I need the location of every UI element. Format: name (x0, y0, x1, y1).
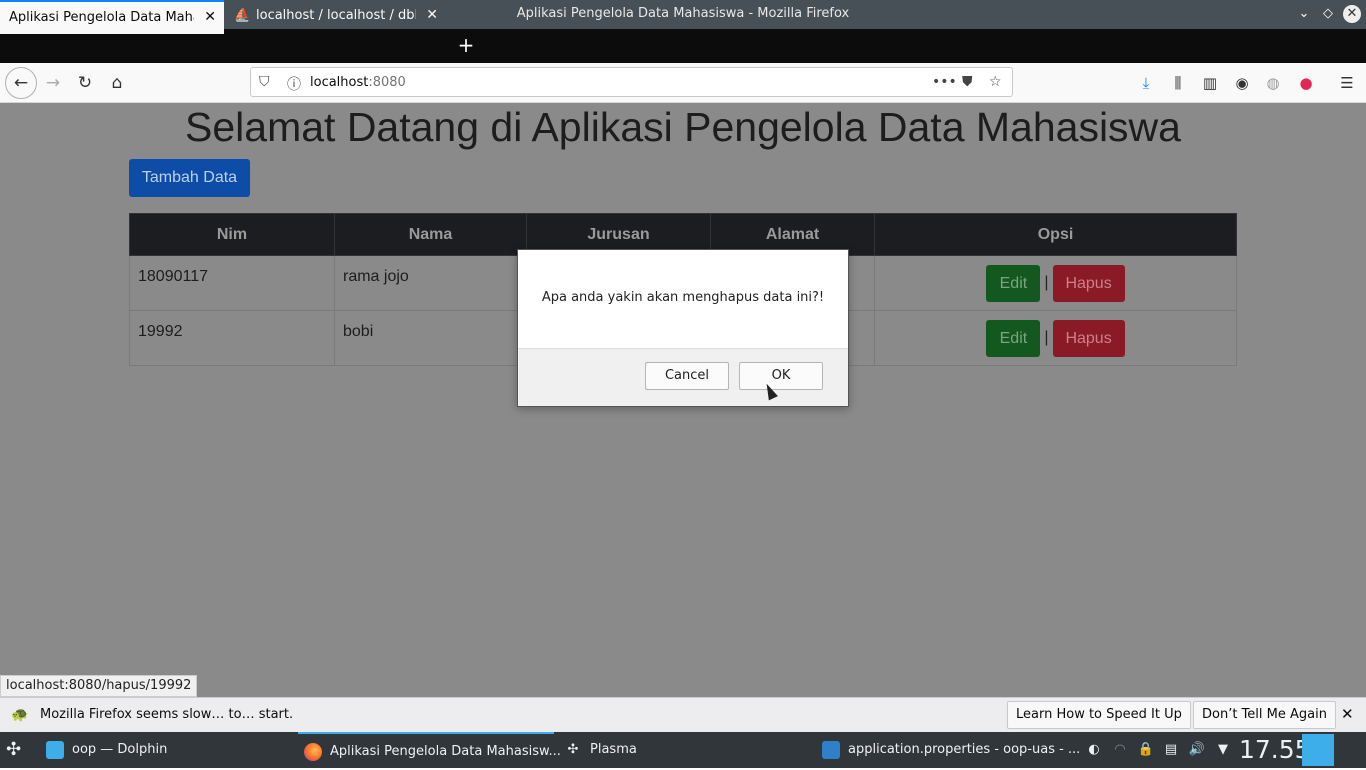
clock[interactable]: 17.55 (1239, 734, 1311, 766)
alert-icon[interactable]: ● (1295, 72, 1317, 94)
notification-bar: 🐢 Mozilla Firefox seems slow… to… start.… (0, 697, 1366, 732)
status-link: localhost:8080/hapus/19992 (0, 675, 198, 697)
clipboard-icon[interactable]: ▤ (1162, 741, 1180, 759)
new-tab-button[interactable]: + (454, 29, 478, 63)
firefox-icon (304, 742, 322, 761)
cell-nama: rama jojo (334, 255, 527, 311)
task-dolphin[interactable]: oop — Dolphin (38, 732, 293, 768)
url-text: localhost:8080 (310, 75, 406, 90)
account-icon[interactable]: ◉ (1231, 72, 1253, 94)
reload-button[interactable]: ↻ (72, 71, 98, 97)
task-label: oop — Dolphin (72, 742, 168, 757)
url-bar[interactable]: ⛉ ⓘ localhost:8080 ••• ⛊ ☆ (250, 67, 1013, 97)
ok-button[interactable]: OK (739, 362, 823, 390)
app-launcher-icon[interactable]: ✣ (6, 732, 32, 768)
task-firefox[interactable]: Aplikasi Pengelola Data Mahasisw... (298, 732, 561, 768)
close-window-icon[interactable]: ✕ (1343, 5, 1361, 23)
wifi-icon[interactable]: ◠ (1111, 741, 1129, 759)
dialog-footer: Cancel OK (518, 348, 848, 406)
volume-icon[interactable]: 🔊 (1188, 741, 1206, 759)
learn-more-button[interactable]: Learn How to Speed It Up (1007, 701, 1191, 729)
separator: | (1044, 274, 1049, 291)
task-label: application.properties - oop-uas - ... (848, 742, 1081, 757)
close-tab-icon[interactable]: ✕ (426, 7, 438, 23)
task-label: Aplikasi Pengelola Data Mahasisw... (330, 744, 561, 759)
navigation-toolbar: ← → ↻ ⌂ ⛉ ⓘ localhost:8080 ••• ⛊ ☆ ⤓ ⫼ ▥… (0, 63, 1366, 103)
sidebar-icon[interactable]: ▥ (1199, 72, 1221, 94)
column-header-opsi: Opsi (874, 213, 1237, 256)
url-port: :8080 (368, 75, 406, 90)
tab-aplikasi[interactable]: Aplikasi Pengelola Data Maha ✕ (0, 0, 224, 34)
cell-nim: 18090117 (129, 255, 335, 311)
column-header-nama: Nama (334, 213, 527, 256)
task-label: Plasma (590, 742, 637, 757)
close-notification-icon[interactable]: ✕ (1333, 701, 1362, 729)
info-icon[interactable]: ⓘ (287, 74, 301, 94)
minimize-icon[interactable]: ⌄ (1295, 5, 1313, 23)
home-button[interactable]: ⌂ (104, 71, 130, 97)
vscode-icon (822, 740, 840, 759)
downloads-icon[interactable]: ⤓ (1135, 72, 1157, 94)
plasma-icon: ✣ (567, 741, 579, 757)
task-plasma[interactable]: ✣ Plasma (558, 732, 808, 768)
edit-button[interactable]: Edit (986, 319, 1041, 357)
tray-expand-icon[interactable]: ▼ (1214, 741, 1232, 759)
maximize-icon[interactable]: ◇ (1319, 5, 1337, 23)
dont-tell-again-button[interactable]: Don’t Tell Me Again (1193, 701, 1336, 729)
edit-button[interactable]: Edit (986, 264, 1041, 302)
lock-icon[interactable]: 🔒 (1137, 741, 1155, 759)
bookmark-star-icon[interactable]: ☆ (989, 74, 1002, 90)
pma-icon: ⛵ (234, 8, 251, 23)
delete-button[interactable]: Hapus (1052, 319, 1125, 357)
shield-icon[interactable]: ⛉ (259, 74, 270, 90)
folder-icon (46, 740, 64, 759)
notification-text: Mozilla Firefox seems slow… to… start. (40, 707, 294, 722)
globe-icon[interactable]: ◍ (1262, 72, 1284, 94)
cell-opsi: Edit | Hapus (874, 255, 1237, 311)
network-activity-icon[interactable]: ◐ (1085, 741, 1103, 759)
delete-button[interactable]: Hapus (1052, 264, 1125, 302)
pocket-icon[interactable]: ⛊ (962, 74, 973, 90)
tab-bar (0, 29, 1366, 63)
taskbar: ✣ oop — Dolphin Aplikasi Pengelola Data … (0, 732, 1366, 768)
show-desktop-icon[interactable] (1302, 734, 1334, 766)
cell-nama: bobi (334, 310, 527, 366)
cell-nim: 19992 (129, 310, 335, 366)
url-host: localhost (310, 75, 369, 90)
tab-phpmyadmin[interactable]: ⛵ localhost / localhost / dbM ✕ (224, 0, 446, 34)
library-icon[interactable]: ⫼ (1167, 72, 1189, 94)
confirm-dialog: Apa anda yakin akan menghapus data ini?!… (517, 249, 849, 407)
turtle-icon: 🐢 (11, 707, 29, 723)
add-data-button[interactable]: Tambah Data (129, 159, 250, 197)
forward-button[interactable]: → (40, 71, 66, 97)
back-button[interactable]: ← (5, 67, 37, 99)
column-header-nim: Nim (129, 213, 335, 256)
close-tab-icon[interactable]: ✕ (204, 9, 216, 25)
page-title: Selamat Datang di Aplikasi Pengelola Dat… (185, 104, 1181, 150)
dialog-message: Apa anda yakin akan menghapus data ini?! (541, 290, 825, 305)
tab-label: Aplikasi Pengelola Data Maha (9, 10, 194, 25)
tab-label: localhost / localhost / dbM (256, 8, 416, 23)
cell-opsi: Edit | Hapus (874, 310, 1237, 366)
menu-icon[interactable]: ☰ (1336, 72, 1358, 94)
task-vscode[interactable]: application.properties - oop-uas - ... (814, 732, 1080, 768)
cancel-button[interactable]: Cancel (645, 362, 729, 390)
more-actions-icon[interactable]: ••• (932, 74, 957, 90)
separator: | (1044, 329, 1049, 346)
